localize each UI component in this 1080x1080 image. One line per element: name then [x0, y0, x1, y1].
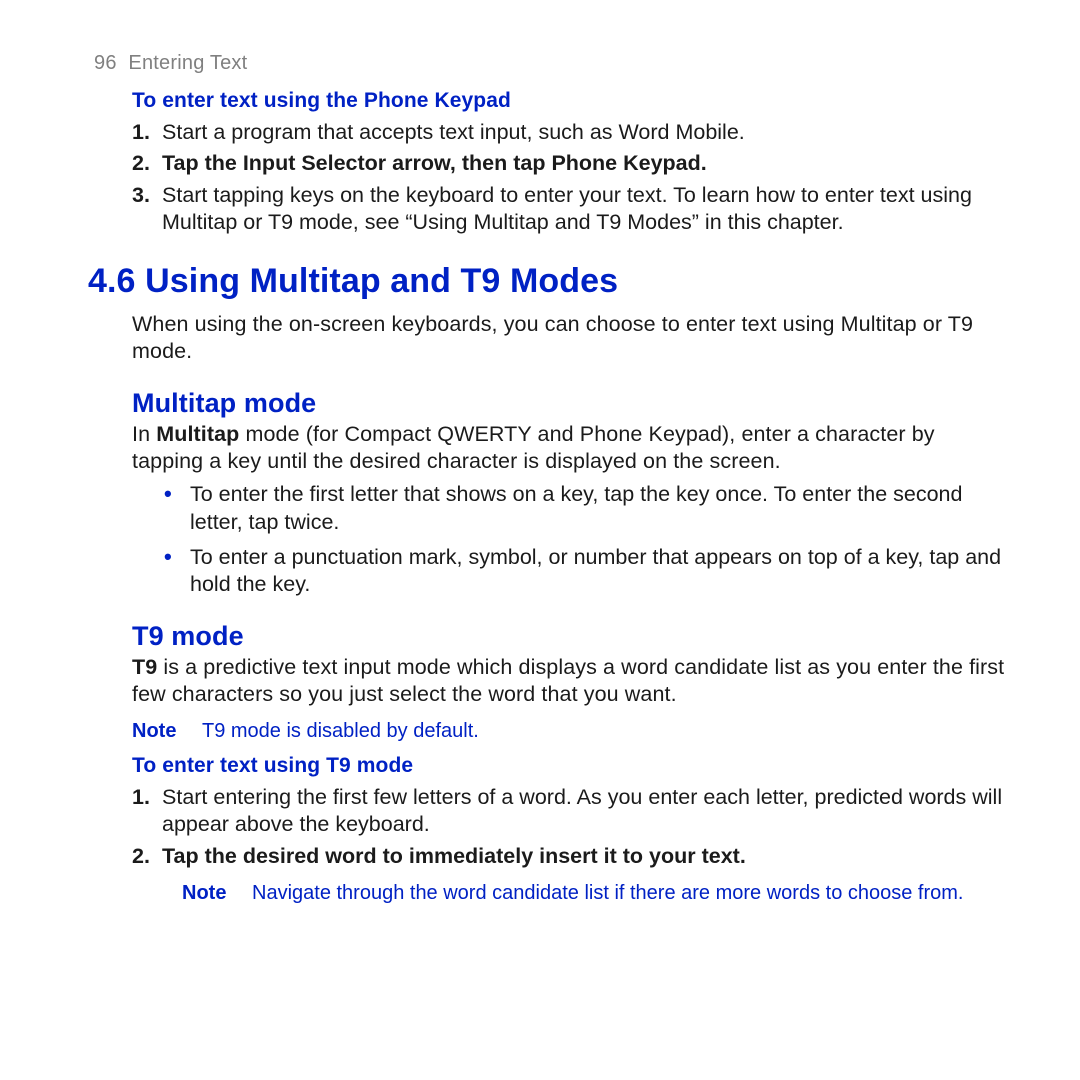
step-text: Tap the Input Selector arrow, then tap P…	[162, 150, 1010, 177]
page: 96 Entering Text To enter text using the…	[0, 0, 1080, 906]
step-text: Start a program that accepts text input,…	[162, 119, 1010, 146]
page-number: 96	[94, 52, 117, 74]
heading-enter-t9: To enter text using T9 mode	[132, 754, 1010, 778]
page-header: 96 Entering Text	[94, 52, 1010, 75]
multitap-intro: In Multitap mode (for Compact QWERTY and…	[132, 421, 1010, 476]
step-text: Tap the desired word to immediately inse…	[162, 843, 1010, 870]
note-text: T9 mode is disabled by default.	[202, 718, 1010, 744]
list-item: •To enter the first letter that shows on…	[164, 481, 1010, 536]
multitap-bullets: •To enter the first letter that shows on…	[164, 481, 1010, 598]
t9-intro: T9 is a predictive text input mode which…	[132, 654, 1010, 709]
note-label: Note	[132, 718, 202, 744]
step-number: 3.	[132, 182, 162, 237]
step-text: Start entering the first few letters of …	[162, 784, 1010, 839]
steps-phone-keypad: 1.Start a program that accepts text inpu…	[132, 119, 1010, 236]
chapter-title: Entering Text	[128, 52, 247, 74]
note-text: Navigate through the word candidate list…	[252, 880, 1010, 906]
note-word-candidate: Note Navigate through the word candidate…	[182, 880, 1010, 906]
heading-4-6: 4.6 Using Multitap and T9 Modes	[88, 262, 1010, 301]
steps-t9: 1.Start entering the first few letters o…	[132, 784, 1010, 870]
bullet-icon: •	[164, 544, 190, 599]
list-item: 3.Start tapping keys on the keyboard to …	[132, 182, 1010, 237]
note-t9-disabled: Note T9 mode is disabled by default.	[132, 718, 1010, 744]
list-item: 1.Start entering the first few letters o…	[132, 784, 1010, 839]
list-item: 2.Tap the desired word to immediately in…	[132, 843, 1010, 870]
list-item: 2.Tap the Input Selector arrow, then tap…	[132, 150, 1010, 177]
heading-multitap: Multitap mode	[132, 388, 1010, 419]
bullet-text: To enter the first letter that shows on …	[190, 481, 1010, 536]
note-label: Note	[182, 880, 252, 906]
bullet-text: To enter a punctuation mark, symbol, or …	[190, 544, 1010, 599]
list-item: 1.Start a program that accepts text inpu…	[132, 119, 1010, 146]
step-text: Start tapping keys on the keyboard to en…	[162, 182, 1010, 237]
intro-4-6: When using the on-screen keyboards, you …	[132, 311, 1010, 366]
heading-enter-phone-keypad: To enter text using the Phone Keypad	[132, 89, 1010, 113]
step-number: 2.	[132, 150, 162, 177]
step-number: 2.	[132, 843, 162, 870]
step-number: 1.	[132, 119, 162, 146]
list-item: •To enter a punctuation mark, symbol, or…	[164, 544, 1010, 599]
step-number: 1.	[132, 784, 162, 839]
bullet-icon: •	[164, 481, 190, 536]
heading-t9: T9 mode	[132, 621, 1010, 652]
